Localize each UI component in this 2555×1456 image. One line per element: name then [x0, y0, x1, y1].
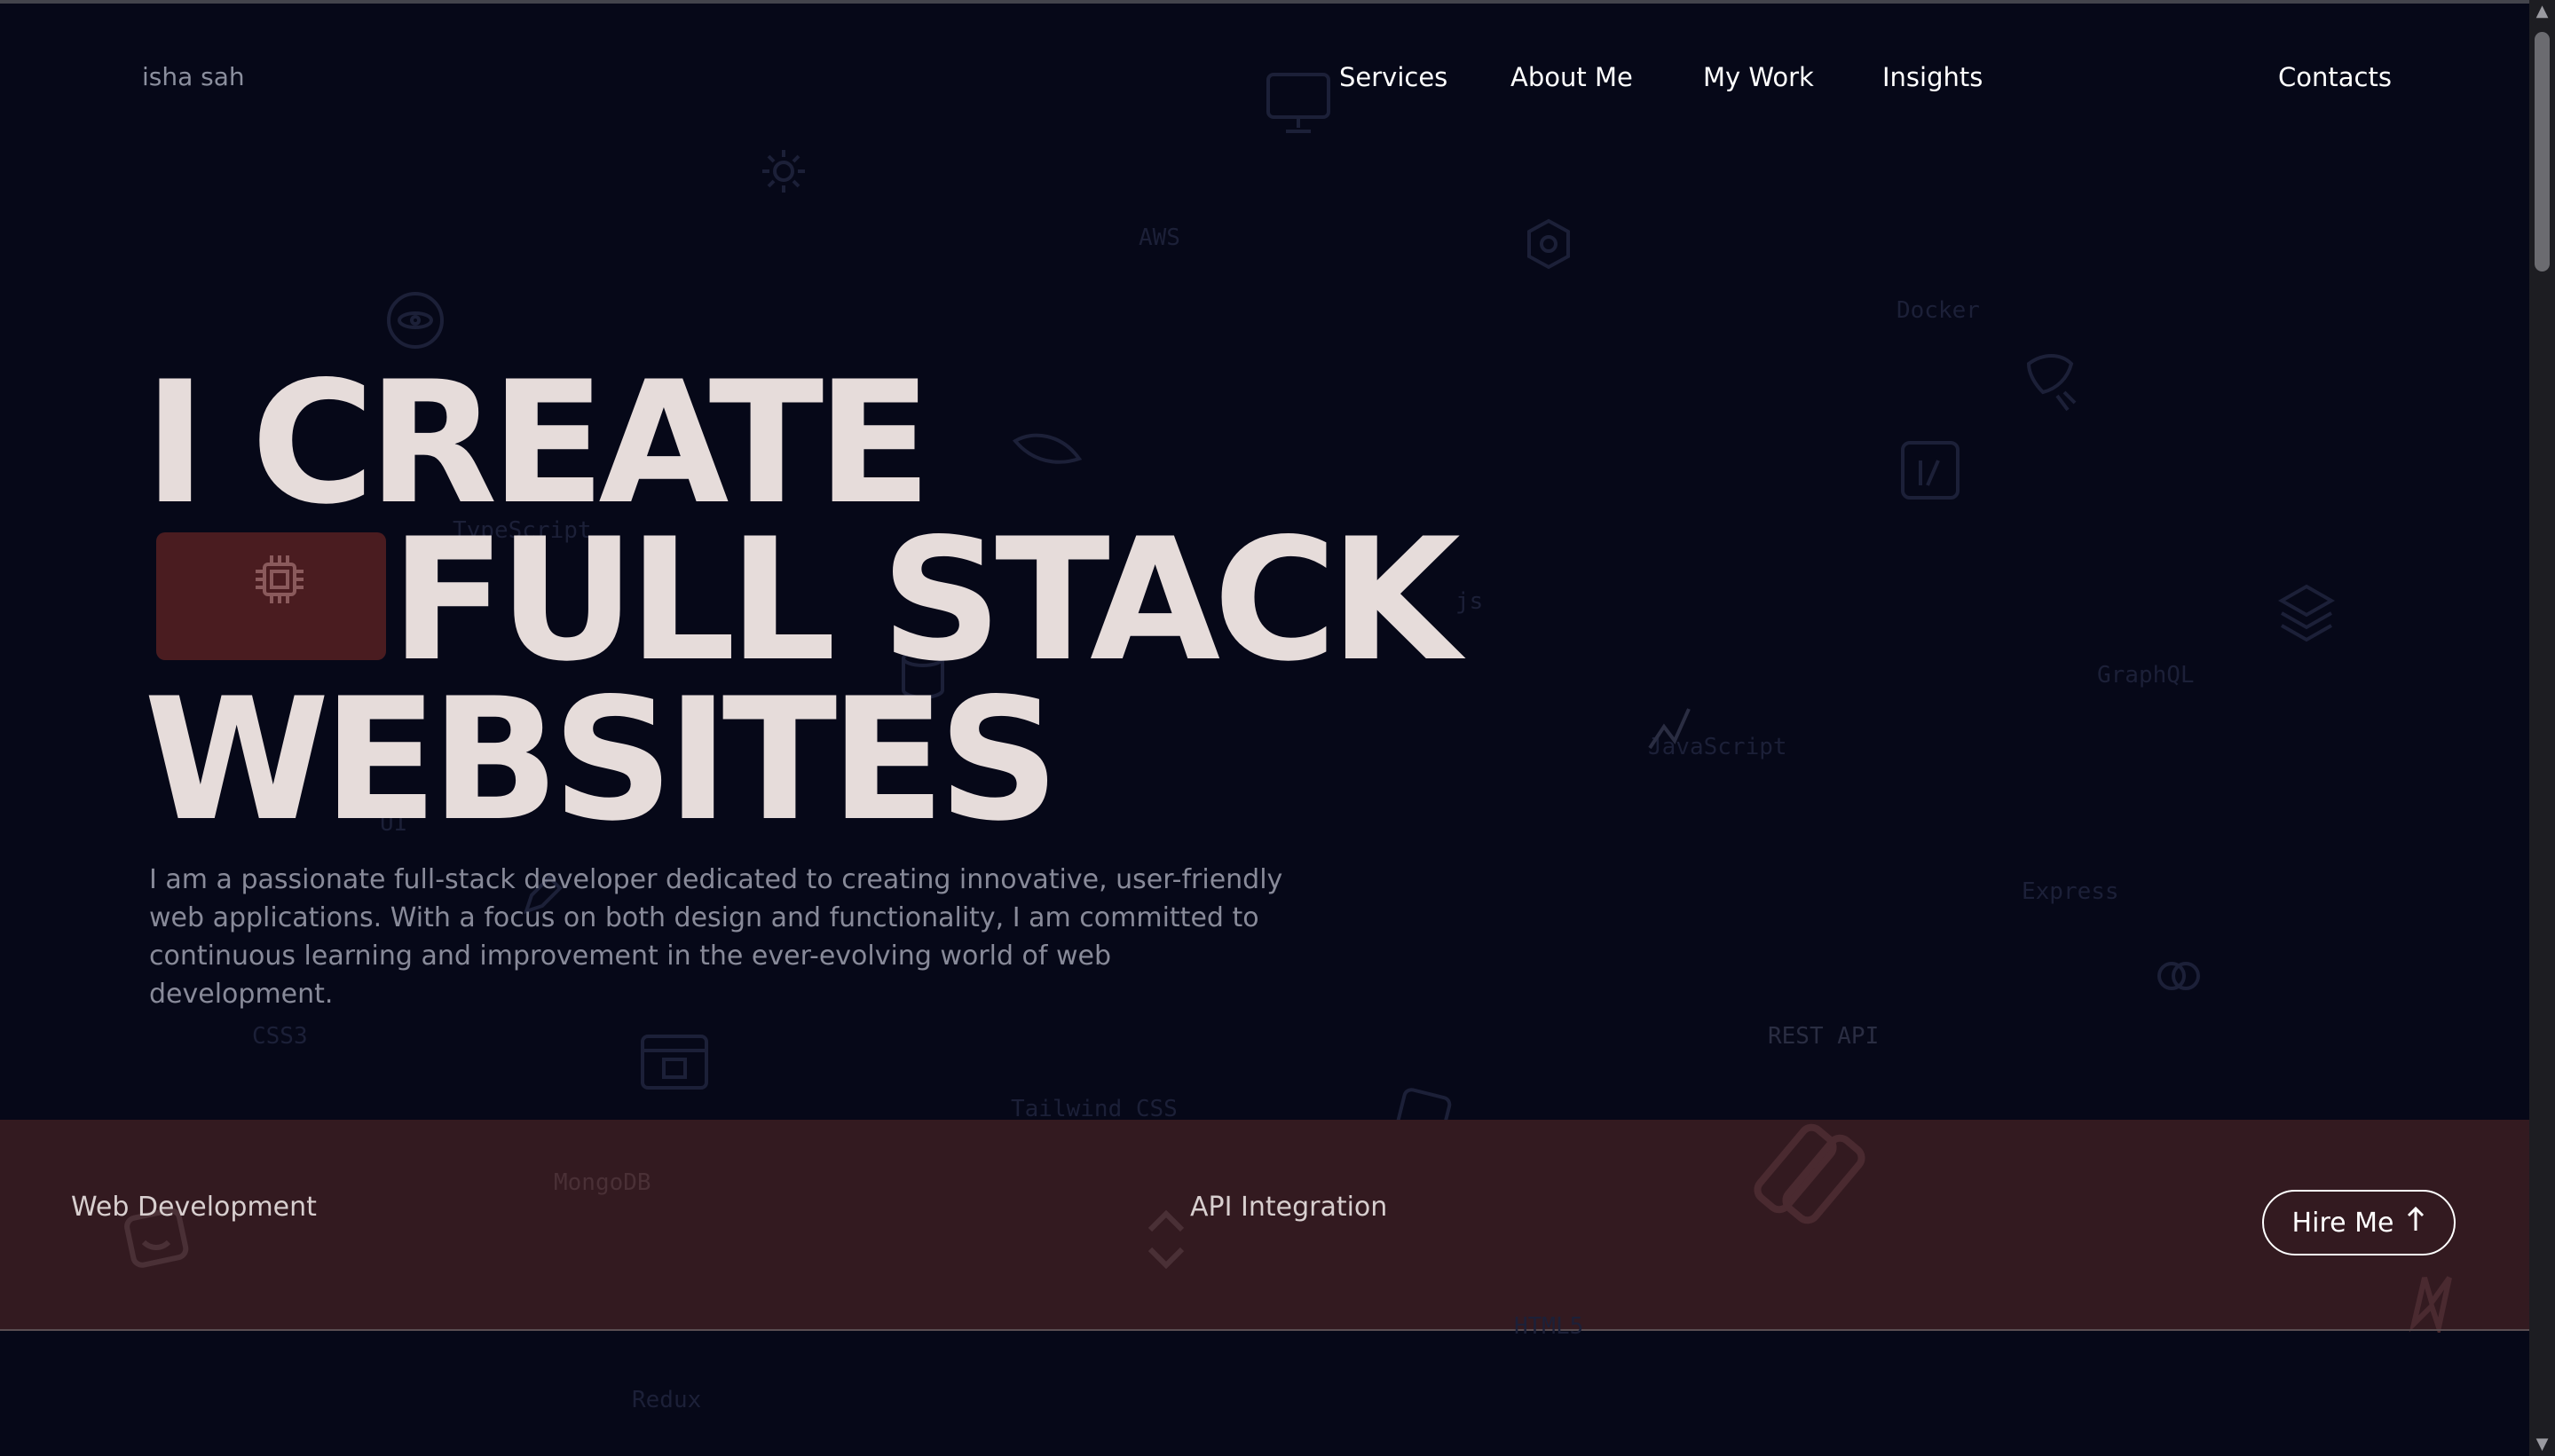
scroll-up-icon[interactable]: ▲	[2529, 0, 2555, 23]
bg-label-express: Express	[2022, 878, 2119, 905]
service-web-development: Web Development	[71, 1192, 317, 1223]
hexagon-icon	[1522, 217, 1575, 271]
scrollbar-thumb[interactable]	[2535, 32, 2550, 272]
bg-label-js: js	[1455, 588, 1484, 615]
bg-label-docker: Docker	[1897, 297, 1980, 324]
leaf-icon	[1012, 430, 1083, 469]
bg-label-graphql: GraphQL	[2097, 662, 2195, 689]
nav-contacts[interactable]: Contacts	[2278, 62, 2392, 92]
nav-insights[interactable]: Insights	[1882, 62, 1983, 92]
bg-label-mongodb: MongoDB	[554, 1169, 651, 1196]
site-logo[interactable]: isha sah	[142, 62, 245, 91]
chart-icon	[1646, 705, 1696, 755]
arrow-up-icon	[2406, 1206, 2425, 1240]
chip-icon	[252, 552, 307, 610]
hire-me-label: Hire Me	[2291, 1207, 2394, 1239]
link-icon	[2152, 949, 2205, 1003]
calendar-icon	[639, 1029, 710, 1091]
window-top-border	[0, 0, 2529, 4]
rocket-icon	[2015, 346, 2086, 417]
gear-icon	[759, 146, 808, 196]
hero-description: I am a passionate full-stack developer d…	[149, 864, 1283, 1010]
hire-me-button[interactable]: Hire Me	[2262, 1190, 2456, 1255]
hero-chip	[156, 532, 386, 660]
chevron-updown-icon	[1145, 1207, 1189, 1272]
layers-icon	[2276, 581, 2338, 643]
react-icon	[383, 288, 447, 352]
hero-heading-line-3: WEBSITES	[144, 662, 1060, 858]
nav-about-me[interactable]: About Me	[1510, 62, 1633, 92]
bg-label-rest-api: REST API	[1768, 1023, 1880, 1050]
hero-heading-line-2: FULL STACK	[390, 502, 1461, 698]
page-scrollbar[interactable]: ▲ ▼	[2529, 0, 2555, 1456]
scroll-down-icon[interactable]: ▼	[2529, 1433, 2555, 1456]
services-band	[0, 1120, 2529, 1329]
nav-my-work[interactable]: My Work	[1703, 62, 1814, 92]
service-api-integration: API Integration	[1190, 1192, 1388, 1223]
pill-icon	[1753, 1114, 1868, 1229]
code-file-icon	[1899, 439, 1961, 501]
bg-label-aws: AWS	[1139, 224, 1180, 251]
bg-label-html5: HTML5	[1514, 1313, 1584, 1340]
nav-services[interactable]: Services	[1339, 62, 1447, 92]
bg-label-tailwind: Tailwind CSS	[1011, 1096, 1178, 1122]
band-divider	[0, 1329, 2529, 1331]
monitor-icon	[1265, 71, 1332, 135]
bg-label-redux: Redux	[632, 1387, 702, 1413]
lightning-icon	[2407, 1271, 2456, 1333]
bg-label-css3: CSS3	[252, 1023, 308, 1050]
